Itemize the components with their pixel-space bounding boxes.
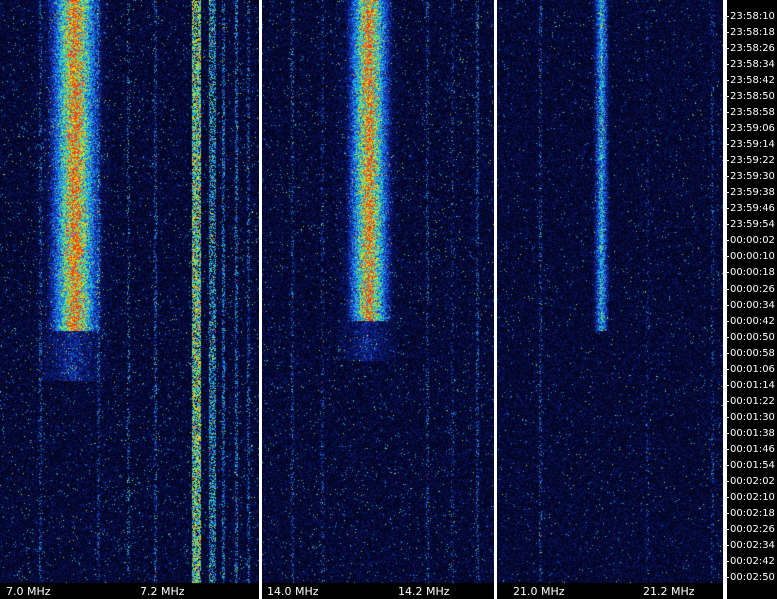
freq-label-21-2: 21.2 MHz — [643, 585, 695, 598]
time-tick-label: 00:02:42 — [727, 556, 775, 568]
time-tick-label: 00:01:38 — [727, 427, 775, 439]
time-tick-label: 23:59:06 — [727, 123, 775, 135]
freq-label-14-2: 14.2 MHz — [398, 585, 450, 598]
freq-label-7-0: 7.0 MHz — [6, 585, 51, 598]
time-tick-label: 00:00:50 — [727, 331, 775, 343]
time-tick-label: 23:58:50 — [727, 91, 775, 103]
time-tick-label: 23:59:22 — [727, 155, 775, 167]
time-tick-label: 23:59:30 — [727, 171, 775, 183]
waterfall-15m-canvas[interactable] — [497, 0, 723, 599]
time-tick-label: 00:01:54 — [727, 459, 775, 471]
time-tick-label: 00:01:30 — [727, 411, 775, 423]
time-tick-label: 00:01:06 — [727, 363, 775, 375]
time-tick-label: 00:00:18 — [727, 267, 775, 279]
waterfall-panel-15m[interactable]: 21.0 MHz 21.2 MHz — [497, 0, 723, 599]
time-tick-label: 23:59:46 — [727, 203, 775, 215]
time-tick-label: 00:02:02 — [727, 475, 775, 487]
time-axis: 23:58:10 23:58:18 23:58:26 23:58:34 23:58:42… — [727, 0, 777, 599]
time-tick-label: 00:00:34 — [727, 299, 775, 311]
time-tick-label: 23:59:14 — [727, 139, 775, 151]
time-tick-label: 23:59:54 — [727, 219, 775, 231]
time-tick-label: 00:02:26 — [727, 523, 775, 535]
time-tick-label: 23:58:18 — [727, 27, 775, 39]
time-tick-label: 00:01:14 — [727, 379, 775, 391]
time-tick-label: 00:02:34 — [727, 539, 775, 551]
time-tick-label: 00:00:42 — [727, 315, 775, 327]
waterfall-40m-canvas[interactable] — [0, 0, 259, 599]
time-tick-label: 00:00:02 — [727, 235, 775, 247]
time-tick-label: 23:58:34 — [727, 59, 775, 71]
time-tick-label: 00:01:22 — [727, 395, 775, 407]
time-tick-label: 00:00:10 — [727, 251, 775, 263]
time-tick-label: 23:58:10 — [727, 11, 775, 22]
time-tick-label: 00:02:10 — [727, 491, 775, 503]
time-tick-label: 23:58:58 — [727, 107, 775, 119]
time-tick-label: 00:02:18 — [727, 507, 775, 519]
freq-label-14-0: 14.0 MHz — [267, 585, 319, 598]
waterfall-panel-20m[interactable]: 14.0 MHz 14.2 MHz — [262, 0, 494, 599]
waterfall-20m-canvas[interactable] — [262, 0, 494, 599]
time-tick-label: 23:59:38 — [727, 187, 775, 199]
time-tick-label: 00:00:58 — [727, 347, 775, 359]
time-tick-label: 23:58:26 — [727, 43, 775, 55]
freq-label-7-2: 7.2 MHz — [140, 585, 185, 598]
waterfall-panel-40m[interactable]: 7.0 MHz 7.2 MHz — [0, 0, 259, 599]
time-tick-label: 00:02:50 — [727, 572, 775, 584]
time-tick-label: 00:00:26 — [727, 283, 775, 295]
time-tick-label: 23:58:42 — [727, 75, 775, 87]
time-tick-label: 00:01:46 — [727, 443, 775, 455]
freq-label-21-0: 21.0 MHz — [513, 585, 565, 598]
